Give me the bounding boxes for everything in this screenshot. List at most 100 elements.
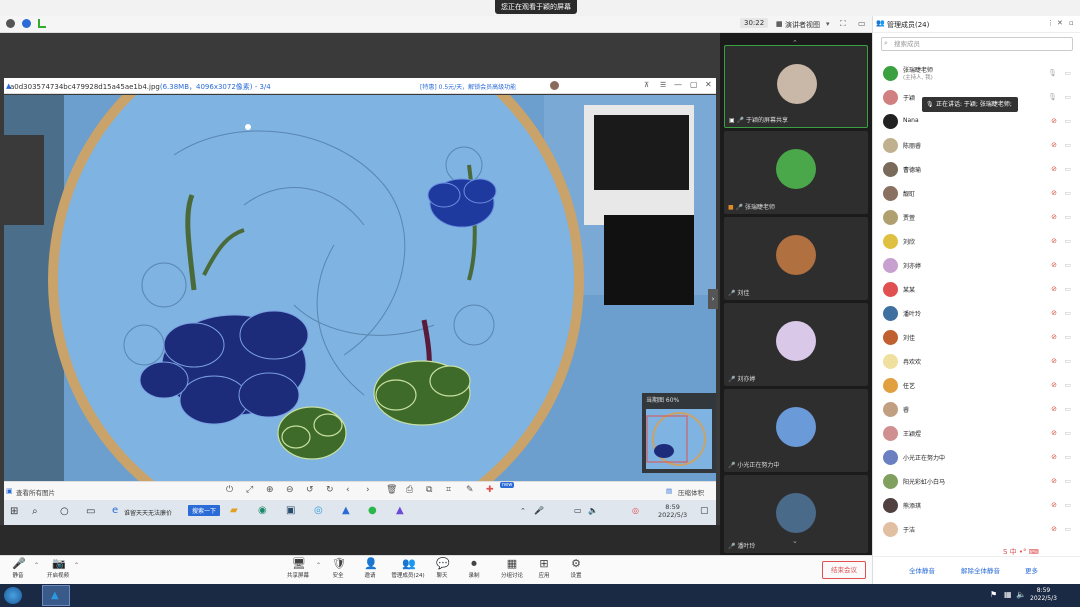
member-row[interactable]: 于洁 ⊘ ▭ <box>881 518 1073 542</box>
mic-muted-icon[interactable]: ⊘ <box>1051 213 1057 221</box>
mic-icon[interactable]: 🎙 <box>1048 93 1057 101</box>
manage-members-button[interactable]: 👥 管理成员(24) <box>388 558 428 580</box>
member-row[interactable]: 睿 ⊘ ▭ <box>881 398 1073 422</box>
tray-app-icon[interactable]: ◎ <box>632 506 639 515</box>
chat-button[interactable]: 💬 聊天 <box>424 558 460 580</box>
camera-icon[interactable]: ▭ <box>1064 453 1071 461</box>
tray-network-icon[interactable]: ▦ <box>1004 590 1012 599</box>
camera-icon[interactable]: ▭ <box>1064 213 1071 221</box>
taskbar-search-text[interactable]: 谁留天天无法廉价 <box>124 508 172 517</box>
video-tile[interactable]: 🎤 小光正在努力中 <box>724 389 868 472</box>
mic-muted-icon[interactable]: ⊘ <box>1051 141 1057 149</box>
gallery-icon[interactable]: ▣ <box>6 487 13 495</box>
zoom-out-icon[interactable]: ⊖ <box>286 485 294 495</box>
compress-icon[interactable]: ▤ <box>666 487 672 495</box>
member-search-input[interactable]: 搜索成员 <box>881 37 1073 51</box>
mic-muted-icon[interactable]: ⊘ <box>1051 261 1057 269</box>
camera-icon[interactable]: ▭ <box>1064 501 1071 509</box>
ime-toolbar-icon[interactable]: S 中 •° ⌨ <box>1003 547 1039 557</box>
mic-muted-icon[interactable]: ⊘ <box>1051 117 1057 125</box>
member-row[interactable]: 刘佳 ⊘ ▭ <box>881 326 1073 350</box>
view-all-images-link[interactable]: 查看所有图片 <box>16 487 55 497</box>
mic-muted-icon[interactable]: ⊘ <box>1051 381 1057 389</box>
vip-promo-link[interactable]: [特惠] 0.5元/天，解锁会员高级功能 <box>420 82 516 91</box>
taskbar-search-button[interactable]: 搜索一下 <box>188 505 221 516</box>
taskbar-meeting-app[interactable]: ▲ <box>42 585 70 606</box>
camera-icon[interactable]: ▭ <box>1064 69 1071 77</box>
mic-muted-icon[interactable]: ⊘ <box>1051 405 1057 413</box>
breakout-rooms-button[interactable]: ▦ 分组讨论 <box>494 558 530 580</box>
mic-muted-icon[interactable]: ⊘ <box>1051 285 1057 293</box>
member-row[interactable]: 潘叶玲 ⊘ ▭ <box>881 302 1073 326</box>
mic-muted-icon[interactable]: ⊘ <box>1051 453 1057 461</box>
meeting-app-icon[interactable]: ▲ <box>342 505 350 516</box>
close-icon[interactable]: ✕ <box>705 80 712 89</box>
camera-icon[interactable]: ▭ <box>1064 141 1071 149</box>
rotate-right-icon[interactable]: ↻ <box>326 485 334 495</box>
invite-button[interactable]: 👤 邀请 <box>352 558 388 580</box>
tray-battery-icon[interactable]: ▭ <box>574 506 582 515</box>
camera-icon[interactable]: ▭ <box>1064 261 1071 269</box>
member-row[interactable]: 陈丽睿 ⊘ ▭ <box>881 134 1073 158</box>
compress-size-button[interactable]: 压缩体积 <box>678 487 704 497</box>
mic-muted-icon[interactable]: ⊘ <box>1051 333 1057 341</box>
tray-volume-icon[interactable]: 🔈 <box>588 506 598 515</box>
camera-icon[interactable]: ▭ <box>1064 237 1071 245</box>
mic-muted-icon[interactable]: ⊘ <box>1051 237 1057 245</box>
mic-muted-icon[interactable]: ⊘ <box>1051 477 1057 485</box>
search-icon[interactable]: ⌕ <box>32 506 38 517</box>
tray-mic-icon[interactable]: 🎤 <box>534 506 544 515</box>
mic-muted-icon[interactable]: ⊘ <box>1051 429 1057 437</box>
mic-muted-icon[interactable]: ⊘ <box>1051 501 1057 509</box>
tools-icon[interactable]: ✚ <box>486 485 494 495</box>
security-button[interactable]: 🛡 安全 <box>320 558 356 580</box>
end-meeting-button[interactable]: 结束会议 <box>822 561 866 579</box>
member-row[interactable]: 冉欢欢 ⊘ ▭ <box>881 350 1073 374</box>
windows-start-icon[interactable]: ⊞ <box>10 506 18 517</box>
camera-icon[interactable]: ▭ <box>1064 309 1071 317</box>
copy-icon[interactable]: ⧉ <box>426 485 432 495</box>
shield-icon[interactable] <box>22 19 31 28</box>
browser-icon[interactable]: e <box>112 505 118 516</box>
signal-icon[interactable] <box>38 19 46 28</box>
member-row[interactable]: 某某 ⊘ ▭ <box>881 278 1073 302</box>
grid-view-icon[interactable]: ▦ <box>776 20 783 28</box>
mic-muted-icon[interactable]: ⊘ <box>1051 357 1057 365</box>
layout-icon[interactable]: ▭ <box>858 19 866 28</box>
video-tile[interactable]: ▣ 🎤 于颖的屏幕共享 <box>724 45 868 128</box>
edit-icon[interactable]: ✎ <box>466 485 474 495</box>
member-row[interactable]: 曹德瑜 ⊘ ▭ <box>881 158 1073 182</box>
member-row[interactable]: 任艺 ⊘ ▭ <box>881 374 1073 398</box>
mic-muted-icon[interactable]: ⊘ <box>1051 165 1057 173</box>
camera-icon[interactable]: ▭ <box>1064 93 1071 101</box>
tray-flag-icon[interactable]: ⚑ <box>990 590 997 599</box>
collapse-videos-button[interactable]: › <box>708 289 718 309</box>
camera-icon[interactable]: ▭ <box>1064 117 1071 125</box>
camera-icon[interactable]: ▭ <box>1064 357 1071 365</box>
view-mode-dropdown[interactable]: 演讲者视图 <box>785 20 820 30</box>
video-tile[interactable]: 🎤 刘亦婷 <box>724 303 868 386</box>
member-row[interactable]: 熊添琪 ⊘ ▭ <box>881 494 1073 518</box>
tray-volume-icon[interactable]: 🔈 <box>1016 590 1026 599</box>
minimize-icon[interactable]: — <box>674 80 682 89</box>
ie-icon[interactable]: ◎ <box>314 505 323 516</box>
record-button[interactable]: ⏺ 录制 <box>456 558 492 580</box>
member-row[interactable]: 王颖煜 ⊘ ▭ <box>881 422 1073 446</box>
member-row[interactable]: 靓耵 ⊘ ▭ <box>881 182 1073 206</box>
member-row[interactable]: 张瑞睫老师 (主持人, 我) 🎙 ▭ <box>881 62 1073 86</box>
member-row[interactable]: 小光正在努力中 ⊘ ▭ <box>881 446 1073 470</box>
maximize-icon[interactable]: ▢ <box>690 80 698 89</box>
cortana-icon[interactable]: ○ <box>60 506 69 517</box>
fit-icon[interactable]: ⤢ <box>246 485 253 495</box>
mute-all-button[interactable]: 全体静音 <box>909 565 935 575</box>
notification-icon[interactable]: ▢ <box>700 506 709 516</box>
video-tile[interactable]: 🎤 刘佳 <box>724 217 868 300</box>
task-view-icon[interactable]: ▭ <box>86 506 95 517</box>
mute-button[interactable]: 🎤 静音 <box>0 558 36 580</box>
delete-icon[interactable]: 🗑 <box>386 485 397 495</box>
edge-icon[interactable]: ◉ <box>258 505 267 516</box>
windows-start-icon[interactable] <box>4 587 22 604</box>
mic-muted-icon[interactable]: ⊘ <box>1051 525 1057 533</box>
member-row[interactable]: 刘亦婷 ⊘ ▭ <box>881 254 1073 278</box>
share-screen-button[interactable]: 🖥 共享屏幕 <box>280 558 316 580</box>
